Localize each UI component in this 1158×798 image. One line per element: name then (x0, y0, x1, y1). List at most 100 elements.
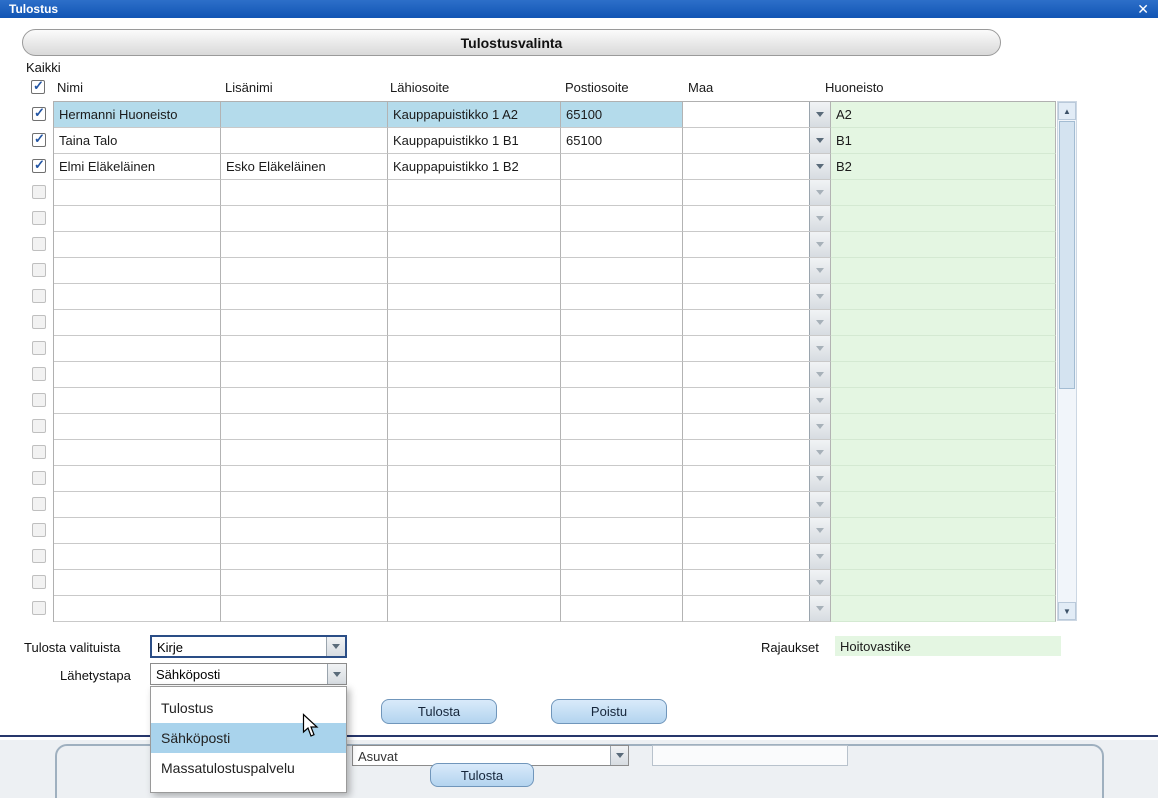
scroll-up-icon[interactable]: ▲ (1058, 102, 1076, 120)
cell-lisanimi (221, 492, 388, 518)
cell-lisanimi (221, 336, 388, 362)
tulosta-button[interactable]: Tulosta (381, 699, 497, 724)
table-row[interactable]: Taina Talo Kauppapuistikko 1 B1 65100 B1 (54, 128, 1056, 154)
send-method-combo[interactable]: Sähköposti (150, 663, 347, 685)
vertical-scrollbar[interactable]: ▲ ▼ (1057, 101, 1077, 621)
row-checkbox (32, 445, 46, 459)
cell-nimi[interactable]: Taina Talo (54, 128, 221, 154)
cell-lahiosoite (388, 284, 561, 310)
maa-value (683, 180, 809, 205)
cell-nimi (54, 232, 221, 258)
cell-postiosoite (561, 414, 683, 440)
cell-nimi (54, 570, 221, 596)
table-row (54, 596, 1056, 622)
table-row (54, 492, 1056, 518)
maa-value (683, 596, 809, 621)
row-checkbox-column: ✓ ✓ ✓ (29, 101, 49, 621)
cell-maa-combo (683, 284, 831, 310)
cell-maa-combo (683, 388, 831, 414)
cell-huoneisto (831, 440, 1056, 466)
send-method-value: Sähköposti (156, 667, 221, 682)
cell-lahiosoite (388, 466, 561, 492)
cell-lahiosoite[interactable]: Kauppapuistikko 1 B1 (388, 128, 561, 154)
chevron-down-icon (809, 440, 830, 465)
cell-maa-combo (683, 206, 831, 232)
cell-nimi[interactable]: Elmi Eläkeläinen (54, 154, 221, 180)
table-row (54, 336, 1056, 362)
cell-lahiosoite (388, 440, 561, 466)
cell-postiosoite (561, 180, 683, 206)
cell-nimi (54, 544, 221, 570)
table-row (54, 544, 1056, 570)
cell-lisanimi (221, 596, 388, 622)
cell-lisanimi (221, 310, 388, 336)
cell-lahiosoite (388, 232, 561, 258)
chevron-down-icon (809, 492, 830, 517)
cell-lisanimi (221, 258, 388, 284)
row-checkbox (32, 419, 46, 433)
cell-lahiosoite[interactable]: Kauppapuistikko 1 A2 (388, 102, 561, 128)
cell-huoneisto (831, 336, 1056, 362)
cell-huoneisto (831, 596, 1056, 622)
select-all-label: Kaikki (26, 60, 61, 75)
cell-lahiosoite[interactable]: Kauppapuistikko 1 B2 (388, 154, 561, 180)
chevron-down-icon[interactable] (809, 128, 830, 153)
row-checkbox (32, 575, 46, 589)
chevron-down-icon[interactable] (809, 154, 830, 179)
print-selected-combo[interactable]: Kirje (150, 635, 347, 658)
dropdown-option[interactable]: Massatulostuspalvelu (151, 753, 346, 783)
cell-huoneisto (831, 492, 1056, 518)
header-pill: Tulostusvalinta (22, 29, 1001, 56)
table-row[interactable]: Elmi Eläkeläinen Esko Eläkeläinen Kauppapu… (54, 154, 1056, 180)
row-checkbox[interactable]: ✓ (32, 157, 46, 173)
maa-value (683, 388, 809, 413)
check-icon: ✓ (33, 78, 44, 93)
cell-postiosoite[interactable]: 65100 (561, 102, 683, 128)
cell-lahiosoite (388, 336, 561, 362)
scroll-down-icon[interactable]: ▼ (1058, 602, 1076, 620)
cell-lahiosoite (388, 518, 561, 544)
cell-lahiosoite (388, 596, 561, 622)
poistu-button[interactable]: Poistu (551, 699, 667, 724)
cell-huoneisto (831, 310, 1056, 336)
cell-maa-combo[interactable] (683, 102, 831, 128)
chevron-down-icon[interactable] (610, 746, 628, 765)
chevron-down-icon[interactable] (326, 637, 345, 656)
maa-value (683, 492, 809, 517)
titlebar: Tulostus ✕ (0, 0, 1158, 18)
send-method-label: Lähetystapa (60, 668, 131, 683)
row-checkbox[interactable]: ✓ (32, 131, 46, 147)
cell-maa-combo[interactable] (683, 154, 831, 180)
cell-postiosoite[interactable]: 65100 (561, 128, 683, 154)
close-icon[interactable]: ✕ (1137, 2, 1149, 16)
column-header-6: Huoneisto (825, 80, 884, 95)
cell-nimi[interactable]: Hermanni Huoneisto (54, 102, 221, 128)
cell-lisanimi[interactable] (221, 128, 388, 154)
check-icon: ✓ (34, 157, 45, 172)
row-checkbox[interactable]: ✓ (32, 105, 46, 121)
cell-lisanimi[interactable]: Esko Eläkeläinen (221, 154, 388, 180)
cell-postiosoite (561, 466, 683, 492)
chevron-down-icon (809, 518, 830, 543)
chevron-down-icon (809, 596, 830, 621)
table-row (54, 466, 1056, 492)
cell-lisanimi (221, 414, 388, 440)
cell-lisanimi[interactable] (221, 102, 388, 128)
chevron-down-icon (809, 206, 830, 231)
chevron-down-icon[interactable] (809, 102, 830, 127)
maa-value (683, 414, 809, 439)
column-header-4: Postiosoite (565, 80, 629, 95)
table-row (54, 518, 1056, 544)
cell-postiosoite[interactable] (561, 154, 683, 180)
chevron-down-icon (809, 414, 830, 439)
cell-maa-combo[interactable] (683, 128, 831, 154)
scrollbar-thumb[interactable] (1059, 121, 1075, 389)
cell-maa-combo (683, 466, 831, 492)
select-all-checkbox[interactable]: ✓ (31, 78, 45, 94)
chevron-down-icon[interactable] (327, 664, 346, 684)
table-row (54, 310, 1056, 336)
table-row[interactable]: Hermanni Huoneisto Kauppapuistikko 1 A2 65… (54, 102, 1056, 128)
row-checkbox (32, 523, 46, 537)
background-tulosta-button[interactable]: Tulosta (430, 763, 534, 787)
cell-huoneisto (831, 388, 1056, 414)
